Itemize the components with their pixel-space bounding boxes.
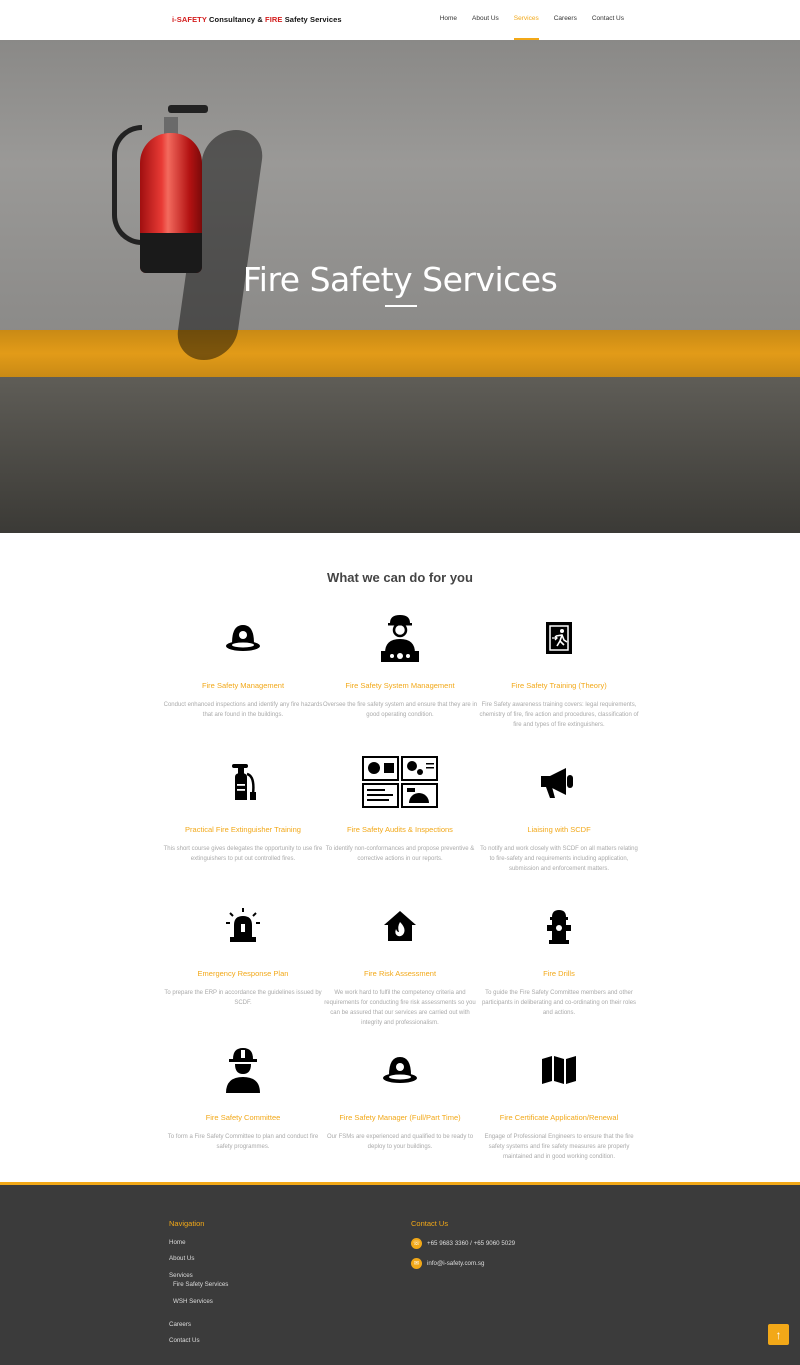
house-fire-icon bbox=[360, 896, 440, 956]
footer-link-contact-us[interactable]: Contact Us bbox=[169, 1337, 200, 1344]
helmet-icon bbox=[203, 608, 283, 668]
service-title[interactable]: Fire Safety Training (Theory) bbox=[474, 681, 644, 690]
arrow-up-icon: ↑ bbox=[775, 1327, 782, 1342]
service-description: Engage of Professional Engineers to ensu… bbox=[484, 1134, 634, 1160]
exit-sign-icon bbox=[519, 608, 599, 668]
email-icon: ✉ bbox=[411, 1258, 422, 1269]
service-description: We work hard to fulfil the competency cr… bbox=[324, 990, 476, 1026]
logo-fire: FIRE bbox=[265, 15, 283, 24]
footer-nav-heading: Navigation bbox=[169, 1219, 205, 1228]
nav-home[interactable]: Home bbox=[440, 15, 457, 40]
service-title[interactable]: Fire Safety Manager (Full/Part Time) bbox=[315, 1113, 485, 1122]
helmet-icon bbox=[360, 1040, 440, 1100]
service-description: To notify and work closely with SCDF on … bbox=[480, 846, 638, 872]
hero-title: Fire Safety Services bbox=[242, 260, 558, 299]
firefighter-icon bbox=[203, 1040, 283, 1100]
logo-text-suffix: Safety Services bbox=[282, 15, 342, 24]
footer-phone[interactable]: +65 9683 3360 / +65 9060 5029 bbox=[427, 1240, 515, 1247]
service-description: To form a Fire Safety Committee to plan … bbox=[167, 1134, 319, 1150]
map-icon bbox=[519, 1040, 599, 1100]
site-logo[interactable]: i-SAFETY Consultancy & FIRE Safety Servi… bbox=[172, 15, 342, 24]
hero-stripe bbox=[0, 330, 800, 377]
service-description: Our FSMs are experienced and qualified t… bbox=[326, 1134, 474, 1150]
service-description: Fire Safety awareness training covers: l… bbox=[479, 702, 639, 728]
control-panel-icon bbox=[360, 752, 440, 812]
megaphone-icon bbox=[519, 752, 599, 812]
service-title[interactable]: Fire Drills bbox=[474, 969, 644, 978]
footer-link-careers[interactable]: Careers bbox=[169, 1321, 191, 1328]
phone-icon: ☏ bbox=[411, 1238, 422, 1249]
fire-extinguisher-icon bbox=[203, 752, 283, 812]
hero-fire-extinguisher-image bbox=[112, 105, 208, 273]
service-title[interactable]: Fire Certificate Application/Renewal bbox=[474, 1113, 644, 1122]
hero-wall-lower bbox=[0, 377, 800, 533]
siren-icon bbox=[203, 896, 283, 956]
site-header: i-SAFETY Consultancy & FIRE Safety Servi… bbox=[0, 0, 800, 40]
footer-contact-heading: Contact Us bbox=[411, 1219, 449, 1228]
service-title[interactable]: Fire Safety Audits & Inspections bbox=[315, 825, 485, 834]
service-description: This short course gives delegates the op… bbox=[163, 846, 323, 862]
engineer-icon bbox=[360, 608, 440, 668]
service-description: Conduct enhanced inspections and identif… bbox=[163, 702, 323, 718]
back-to-top-button[interactable]: ↑ bbox=[768, 1324, 789, 1345]
service-title[interactable]: Fire Safety Committee bbox=[158, 1113, 328, 1122]
service-description: To identify non-conformances and propose… bbox=[325, 846, 475, 862]
nav-contact-us[interactable]: Contact Us bbox=[592, 15, 624, 40]
service-title[interactable]: Liaising with SCDF bbox=[474, 825, 644, 834]
site-footer: Navigation Home About Us Services Fire S… bbox=[0, 1182, 800, 1365]
service-description: To prepare the ERP in accordance the gui… bbox=[164, 990, 322, 1006]
hero-banner: Fire Safety Services bbox=[0, 40, 800, 533]
service-description: Oversee the fire safety system and ensur… bbox=[322, 702, 478, 718]
nav-services[interactable]: Services bbox=[513, 15, 539, 40]
footer-link-about-us[interactable]: About Us bbox=[169, 1255, 194, 1262]
footer-link-home[interactable]: Home bbox=[169, 1239, 186, 1246]
service-description: To guide the Fire Safety Committee membe… bbox=[481, 990, 637, 1016]
service-title[interactable]: Fire Risk Assessment bbox=[315, 969, 485, 978]
logo-text: Consultancy & bbox=[206, 15, 266, 24]
service-title[interactable]: Fire Safety Management bbox=[158, 681, 328, 690]
footer-link-wsh-services[interactable]: WSH Services bbox=[173, 1298, 213, 1305]
hero-title-underline bbox=[385, 305, 417, 307]
nav-about-us[interactable]: About Us bbox=[472, 15, 499, 40]
service-title[interactable]: Emergency Response Plan bbox=[158, 969, 328, 978]
footer-email[interactable]: info@i-safety.com.sg bbox=[427, 1260, 484, 1267]
main-nav: Home About Us Services Careers Contact U… bbox=[440, 15, 624, 40]
nav-careers[interactable]: Careers bbox=[554, 15, 577, 40]
footer-link-fire-safety-services[interactable]: Fire Safety Services bbox=[173, 1281, 228, 1288]
section-title: What we can do for you bbox=[327, 570, 473, 585]
service-title[interactable]: Practical Fire Extinguisher Training bbox=[158, 825, 328, 834]
logo-brand: i-SAFETY bbox=[172, 15, 207, 24]
service-title[interactable]: Fire Safety System Management bbox=[315, 681, 485, 690]
footer-link-services[interactable]: Services bbox=[169, 1272, 193, 1279]
hydrant-icon bbox=[519, 896, 599, 956]
